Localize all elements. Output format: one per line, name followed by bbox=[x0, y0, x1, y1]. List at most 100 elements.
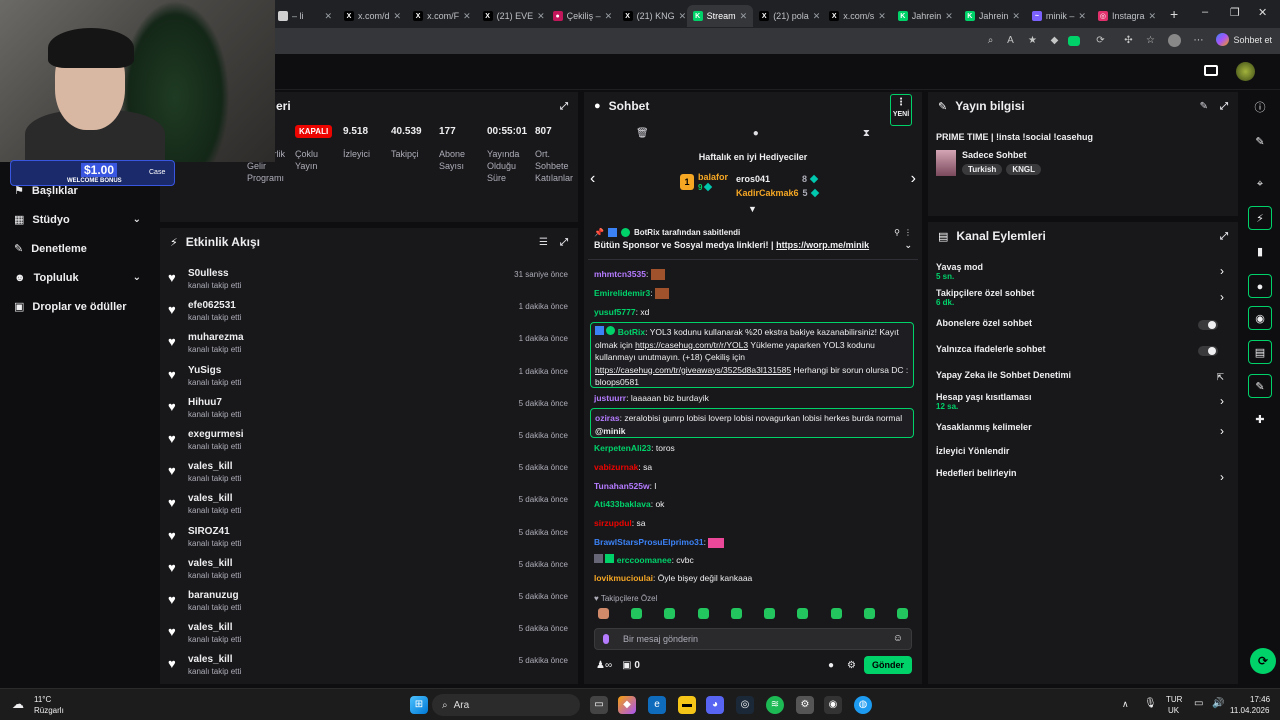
copilot-icon[interactable]: ◆ bbox=[618, 696, 636, 714]
new-tab-button[interactable]: + bbox=[1170, 6, 1178, 22]
event-user[interactable]: SIROZ41 bbox=[188, 526, 230, 537]
chat-username[interactable]: erccoomanee bbox=[617, 555, 672, 565]
speech-icon[interactable]: ● bbox=[753, 128, 759, 139]
trash-icon[interactable]: 🗑 bbox=[636, 128, 649, 139]
next-arrow-icon[interactable]: › bbox=[911, 170, 916, 188]
tag[interactable]: Turkish bbox=[962, 164, 1003, 175]
task-view-icon[interactable]: ▭ bbox=[590, 696, 608, 714]
browser-tab[interactable]: – li ✕ bbox=[272, 5, 338, 27]
expand-icon[interactable]: ⤢ bbox=[560, 237, 568, 248]
gifter-2[interactable]: eros041 8 bbox=[736, 174, 819, 184]
chat-username[interactable]: sirzupdul bbox=[594, 518, 632, 528]
chevron-right-icon[interactable]: › bbox=[1220, 470, 1224, 484]
support-button[interactable]: ⟳ bbox=[1250, 648, 1276, 674]
users-icon[interactable]: ♟∞ bbox=[596, 660, 612, 671]
edit-icon[interactable]: ✎ bbox=[1200, 101, 1208, 112]
tab-close-icon[interactable]: ✕ bbox=[679, 11, 687, 22]
read-aloud-icon[interactable]: A bbox=[1004, 34, 1017, 47]
chat-username[interactable]: lovikmucioulai bbox=[594, 573, 653, 583]
event-user[interactable]: vales_kill bbox=[188, 461, 232, 472]
user-avatar[interactable] bbox=[1236, 62, 1255, 81]
browser-tab[interactable]: ● Çekiliş – ✕ bbox=[547, 5, 617, 27]
expand-pinned-icon[interactable]: ⌄ bbox=[904, 240, 912, 251]
event-user[interactable]: Hihuu7 bbox=[188, 397, 222, 408]
info-icon[interactable]: ⓘ bbox=[1248, 96, 1272, 120]
minimize-icon[interactable]: – bbox=[1202, 6, 1208, 18]
channel-action-row[interactable]: Yavaş mod 5 sn. › bbox=[936, 262, 1230, 284]
add-icon[interactable]: ✚ bbox=[1248, 408, 1272, 432]
expand-icon[interactable]: ⤢ bbox=[1220, 231, 1228, 242]
external-link-icon[interactable]: ⇱ bbox=[1216, 372, 1224, 383]
hourglass-icon[interactable]: ⧗ bbox=[863, 128, 870, 139]
lang-2[interactable]: UK bbox=[1168, 706, 1179, 715]
tab-close-icon[interactable]: ✕ bbox=[1012, 11, 1020, 22]
tab-close-icon[interactable]: ✕ bbox=[740, 11, 748, 22]
browser-tab[interactable]: ~ minik – ✕ bbox=[1026, 5, 1092, 27]
tab-close-icon[interactable]: ✕ bbox=[463, 11, 471, 22]
chat-link[interactable]: https://casehug.com/tr/r/YOL3 bbox=[635, 340, 748, 350]
globe-icon[interactable]: ◍ bbox=[854, 696, 872, 714]
lightning-icon[interactable]: ⚡ bbox=[1248, 206, 1272, 230]
chat-username[interactable]: justuurr bbox=[594, 393, 626, 403]
obs-icon[interactable]: ◉ bbox=[824, 696, 842, 714]
emote-button[interactable] bbox=[631, 608, 643, 619]
tab-close-icon[interactable]: ✕ bbox=[394, 11, 402, 22]
favorites-icon[interactable]: ☆ bbox=[1144, 34, 1157, 47]
chat-input[interactable]: Bir mesaj gönderin ☺ bbox=[594, 628, 912, 650]
emote-button[interactable] bbox=[863, 608, 875, 619]
nav-item[interactable]: ✎ Denetleme bbox=[0, 234, 155, 263]
taskbar-search[interactable]: ⌕ Ara bbox=[432, 694, 580, 716]
settings-icon[interactable]: ⚙ bbox=[796, 696, 814, 714]
expand-icon[interactable]: ⤢ bbox=[560, 101, 568, 112]
event-user[interactable]: S0ulless bbox=[188, 268, 229, 279]
browser-tab[interactable]: K Jahrein ✕ bbox=[959, 5, 1026, 27]
chat-username[interactable]: Tunahan525w bbox=[594, 481, 650, 491]
network-icon[interactable]: ▭ bbox=[1194, 698, 1203, 709]
channel-action-row[interactable]: Hesap yaşı kısıtlaması 12 sa. › bbox=[936, 392, 1230, 414]
chat-link[interactable]: https://casehug.com/tr/giveaways/3525d8a… bbox=[595, 365, 791, 375]
tab-close-icon[interactable]: ✕ bbox=[324, 11, 332, 22]
camera-icon[interactable] bbox=[1204, 65, 1218, 76]
mic-tray-icon[interactable]: 🎙 bbox=[1144, 698, 1157, 709]
expand-icon[interactable]: ⤢ bbox=[1220, 101, 1228, 112]
emote-button[interactable] bbox=[730, 608, 742, 619]
browser-tab[interactable]: X (21) KNG ✕ bbox=[617, 5, 687, 27]
chevron-down-icon[interactable]: ⌄ bbox=[133, 214, 141, 225]
channel-action-row[interactable]: Takipçilere özel sohbet 6 dk. › bbox=[936, 288, 1230, 310]
emote-button[interactable] bbox=[896, 608, 908, 619]
channel-action-row[interactable]: Abonelere özel sohbet bbox=[936, 318, 1230, 340]
event-user[interactable]: vales_kill bbox=[188, 622, 232, 633]
gifter-3[interactable]: KadirCakmak6 5 bbox=[736, 188, 819, 198]
mic-icon[interactable] bbox=[603, 634, 609, 644]
event-user[interactable]: vales_kill bbox=[188, 558, 232, 569]
browser-tab[interactable]: K Jahrein ✕ bbox=[892, 5, 959, 27]
chat-username[interactable]: mhmtcn3535 bbox=[594, 269, 646, 279]
emote-button[interactable] bbox=[797, 608, 809, 619]
chat-username[interactable]: oziras bbox=[595, 413, 620, 423]
channel-action-row[interactable]: Yalnızca ifadelerle sohbet bbox=[936, 344, 1230, 366]
emote-button[interactable] bbox=[598, 608, 609, 619]
event-user[interactable]: exegurmesi bbox=[188, 429, 244, 440]
browser-tab[interactable]: Xx.com/d ✕ bbox=[338, 5, 407, 27]
chevron-down-icon[interactable]: ⌄ bbox=[133, 272, 141, 283]
browser-tab[interactable]: Xx.com/s ✕ bbox=[823, 5, 892, 27]
trash-icon[interactable]: ▮ bbox=[1248, 240, 1272, 264]
event-user[interactable]: vales_kill bbox=[188, 493, 232, 504]
filter-icon[interactable]: ☰ bbox=[539, 237, 548, 248]
close-window-icon[interactable]: ✕ bbox=[1258, 6, 1267, 19]
profile-avatar[interactable] bbox=[1168, 34, 1181, 47]
emote-button[interactable] bbox=[764, 608, 776, 619]
prev-arrow-icon[interactable]: ‹ bbox=[590, 170, 595, 188]
copilot-chat-button[interactable]: Sohbet et bbox=[1216, 33, 1272, 46]
browser-tab[interactable]: X (21) EVE ✕ bbox=[477, 5, 547, 27]
collapse-icon[interactable]: ▼ bbox=[748, 204, 757, 214]
pinned-more-icon[interactable]: ⋮ bbox=[904, 228, 912, 237]
search-icon[interactable]: ⌕ bbox=[984, 34, 997, 47]
tag[interactable]: KNGL bbox=[1006, 164, 1041, 175]
channel-action-row[interactable]: Yapay Zeka ile Sohbet Denetimi ⇱ bbox=[936, 370, 1230, 392]
wrench-icon[interactable]: ✎ bbox=[1248, 374, 1272, 398]
browser-tab[interactable]: ◎ Instagra ✕ bbox=[1092, 5, 1162, 27]
chat-more-button[interactable]: ⋮ YENİ bbox=[890, 94, 912, 126]
send-button[interactable]: Gönder bbox=[863, 656, 912, 674]
browser-tab[interactable]: K Stream ✕ bbox=[686, 5, 754, 27]
